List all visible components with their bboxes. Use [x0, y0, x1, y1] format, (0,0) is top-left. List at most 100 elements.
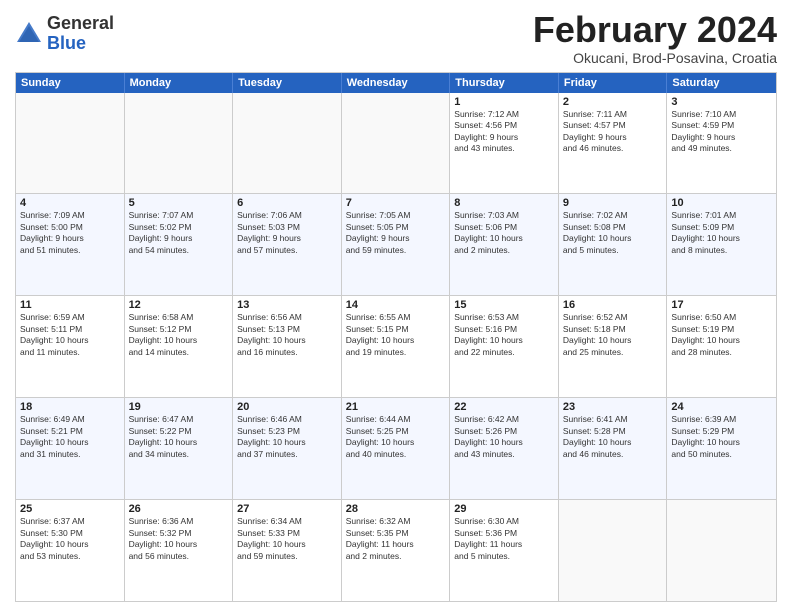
- day-number: 21: [346, 401, 446, 413]
- day-number: 9: [563, 197, 663, 209]
- day-number: 1: [454, 96, 554, 108]
- cal-cell: 23Sunrise: 6:41 AM Sunset: 5:28 PM Dayli…: [559, 398, 668, 499]
- cal-cell: 27Sunrise: 6:34 AM Sunset: 5:33 PM Dayli…: [233, 500, 342, 601]
- cal-cell: 5Sunrise: 7:07 AM Sunset: 5:02 PM Daylig…: [125, 194, 234, 295]
- cal-cell: [559, 500, 668, 601]
- cal-header-tuesday: Tuesday: [233, 73, 342, 93]
- header: General Blue February 2024 Okucani, Brod…: [15, 10, 777, 66]
- day-number: 2: [563, 96, 663, 108]
- cal-header-saturday: Saturday: [667, 73, 776, 93]
- day-info: Sunrise: 6:47 AM Sunset: 5:22 PM Dayligh…: [129, 414, 229, 460]
- cal-cell: 11Sunrise: 6:59 AM Sunset: 5:11 PM Dayli…: [16, 296, 125, 397]
- cal-cell: 9Sunrise: 7:02 AM Sunset: 5:08 PM Daylig…: [559, 194, 668, 295]
- cal-cell: 12Sunrise: 6:58 AM Sunset: 5:12 PM Dayli…: [125, 296, 234, 397]
- cal-cell: 20Sunrise: 6:46 AM Sunset: 5:23 PM Dayli…: [233, 398, 342, 499]
- day-info: Sunrise: 7:12 AM Sunset: 4:56 PM Dayligh…: [454, 109, 554, 155]
- cal-header-thursday: Thursday: [450, 73, 559, 93]
- calendar-body: 1Sunrise: 7:12 AM Sunset: 4:56 PM Daylig…: [16, 93, 776, 601]
- day-info: Sunrise: 6:52 AM Sunset: 5:18 PM Dayligh…: [563, 312, 663, 358]
- day-number: 14: [346, 299, 446, 311]
- day-number: 12: [129, 299, 229, 311]
- cal-cell: [125, 93, 234, 194]
- cal-cell: 2Sunrise: 7:11 AM Sunset: 4:57 PM Daylig…: [559, 93, 668, 194]
- day-info: Sunrise: 6:30 AM Sunset: 5:36 PM Dayligh…: [454, 516, 554, 562]
- day-number: 7: [346, 197, 446, 209]
- logo-general: General: [47, 14, 114, 34]
- cal-cell: 28Sunrise: 6:32 AM Sunset: 5:35 PM Dayli…: [342, 500, 451, 601]
- cal-cell: 26Sunrise: 6:36 AM Sunset: 5:32 PM Dayli…: [125, 500, 234, 601]
- day-number: 4: [20, 197, 120, 209]
- cal-header-sunday: Sunday: [16, 73, 125, 93]
- cal-header-monday: Monday: [125, 73, 234, 93]
- month-title: February 2024: [533, 10, 777, 50]
- day-info: Sunrise: 7:06 AM Sunset: 5:03 PM Dayligh…: [237, 210, 337, 256]
- cal-cell: 3Sunrise: 7:10 AM Sunset: 4:59 PM Daylig…: [667, 93, 776, 194]
- calendar-row-4: 18Sunrise: 6:49 AM Sunset: 5:21 PM Dayli…: [16, 397, 776, 499]
- cal-cell: 24Sunrise: 6:39 AM Sunset: 5:29 PM Dayli…: [667, 398, 776, 499]
- day-info: Sunrise: 6:41 AM Sunset: 5:28 PM Dayligh…: [563, 414, 663, 460]
- cal-cell: 15Sunrise: 6:53 AM Sunset: 5:16 PM Dayli…: [450, 296, 559, 397]
- day-number: 26: [129, 503, 229, 515]
- calendar-row-2: 4Sunrise: 7:09 AM Sunset: 5:00 PM Daylig…: [16, 193, 776, 295]
- day-number: 28: [346, 503, 446, 515]
- cal-cell: [667, 500, 776, 601]
- day-info: Sunrise: 6:50 AM Sunset: 5:19 PM Dayligh…: [671, 312, 772, 358]
- cal-cell: 10Sunrise: 7:01 AM Sunset: 5:09 PM Dayli…: [667, 194, 776, 295]
- day-info: Sunrise: 6:56 AM Sunset: 5:13 PM Dayligh…: [237, 312, 337, 358]
- cal-cell: 6Sunrise: 7:06 AM Sunset: 5:03 PM Daylig…: [233, 194, 342, 295]
- cal-cell: 21Sunrise: 6:44 AM Sunset: 5:25 PM Dayli…: [342, 398, 451, 499]
- day-info: Sunrise: 6:36 AM Sunset: 5:32 PM Dayligh…: [129, 516, 229, 562]
- cal-cell: 7Sunrise: 7:05 AM Sunset: 5:05 PM Daylig…: [342, 194, 451, 295]
- day-number: 8: [454, 197, 554, 209]
- cal-cell: [16, 93, 125, 194]
- day-number: 22: [454, 401, 554, 413]
- day-number: 15: [454, 299, 554, 311]
- cal-header-wednesday: Wednesday: [342, 73, 451, 93]
- day-info: Sunrise: 6:53 AM Sunset: 5:16 PM Dayligh…: [454, 312, 554, 358]
- calendar-row-3: 11Sunrise: 6:59 AM Sunset: 5:11 PM Dayli…: [16, 295, 776, 397]
- day-number: 3: [671, 96, 772, 108]
- page: General Blue February 2024 Okucani, Brod…: [0, 0, 792, 612]
- cal-cell: 25Sunrise: 6:37 AM Sunset: 5:30 PM Dayli…: [16, 500, 125, 601]
- cal-cell: 4Sunrise: 7:09 AM Sunset: 5:00 PM Daylig…: [16, 194, 125, 295]
- calendar-header-row: SundayMondayTuesdayWednesdayThursdayFrid…: [16, 73, 776, 93]
- day-number: 10: [671, 197, 772, 209]
- day-info: Sunrise: 6:34 AM Sunset: 5:33 PM Dayligh…: [237, 516, 337, 562]
- day-info: Sunrise: 7:09 AM Sunset: 5:00 PM Dayligh…: [20, 210, 120, 256]
- day-info: Sunrise: 6:46 AM Sunset: 5:23 PM Dayligh…: [237, 414, 337, 460]
- calendar-row-1: 1Sunrise: 7:12 AM Sunset: 4:56 PM Daylig…: [16, 93, 776, 194]
- day-number: 29: [454, 503, 554, 515]
- cal-cell: 8Sunrise: 7:03 AM Sunset: 5:06 PM Daylig…: [450, 194, 559, 295]
- cal-cell: 14Sunrise: 6:55 AM Sunset: 5:15 PM Dayli…: [342, 296, 451, 397]
- day-number: 23: [563, 401, 663, 413]
- day-number: 6: [237, 197, 337, 209]
- day-info: Sunrise: 6:42 AM Sunset: 5:26 PM Dayligh…: [454, 414, 554, 460]
- cal-cell: 22Sunrise: 6:42 AM Sunset: 5:26 PM Dayli…: [450, 398, 559, 499]
- day-info: Sunrise: 7:05 AM Sunset: 5:05 PM Dayligh…: [346, 210, 446, 256]
- day-info: Sunrise: 6:58 AM Sunset: 5:12 PM Dayligh…: [129, 312, 229, 358]
- logo-icon: [15, 20, 43, 48]
- cal-cell: 16Sunrise: 6:52 AM Sunset: 5:18 PM Dayli…: [559, 296, 668, 397]
- logo: General Blue: [15, 14, 114, 54]
- cal-cell: 29Sunrise: 6:30 AM Sunset: 5:36 PM Dayli…: [450, 500, 559, 601]
- logo-blue: Blue: [47, 34, 114, 54]
- logo-text: General Blue: [47, 14, 114, 54]
- day-number: 13: [237, 299, 337, 311]
- calendar: SundayMondayTuesdayWednesdayThursdayFrid…: [15, 72, 777, 602]
- day-info: Sunrise: 6:49 AM Sunset: 5:21 PM Dayligh…: [20, 414, 120, 460]
- cal-cell: 17Sunrise: 6:50 AM Sunset: 5:19 PM Dayli…: [667, 296, 776, 397]
- day-number: 27: [237, 503, 337, 515]
- day-info: Sunrise: 7:11 AM Sunset: 4:57 PM Dayligh…: [563, 109, 663, 155]
- cal-header-friday: Friday: [559, 73, 668, 93]
- day-info: Sunrise: 7:10 AM Sunset: 4:59 PM Dayligh…: [671, 109, 772, 155]
- day-info: Sunrise: 6:37 AM Sunset: 5:30 PM Dayligh…: [20, 516, 120, 562]
- cal-cell: 1Sunrise: 7:12 AM Sunset: 4:56 PM Daylig…: [450, 93, 559, 194]
- cal-cell: [233, 93, 342, 194]
- day-number: 18: [20, 401, 120, 413]
- day-number: 5: [129, 197, 229, 209]
- cal-cell: [342, 93, 451, 194]
- day-info: Sunrise: 6:44 AM Sunset: 5:25 PM Dayligh…: [346, 414, 446, 460]
- day-info: Sunrise: 6:55 AM Sunset: 5:15 PM Dayligh…: [346, 312, 446, 358]
- day-number: 20: [237, 401, 337, 413]
- day-info: Sunrise: 7:02 AM Sunset: 5:08 PM Dayligh…: [563, 210, 663, 256]
